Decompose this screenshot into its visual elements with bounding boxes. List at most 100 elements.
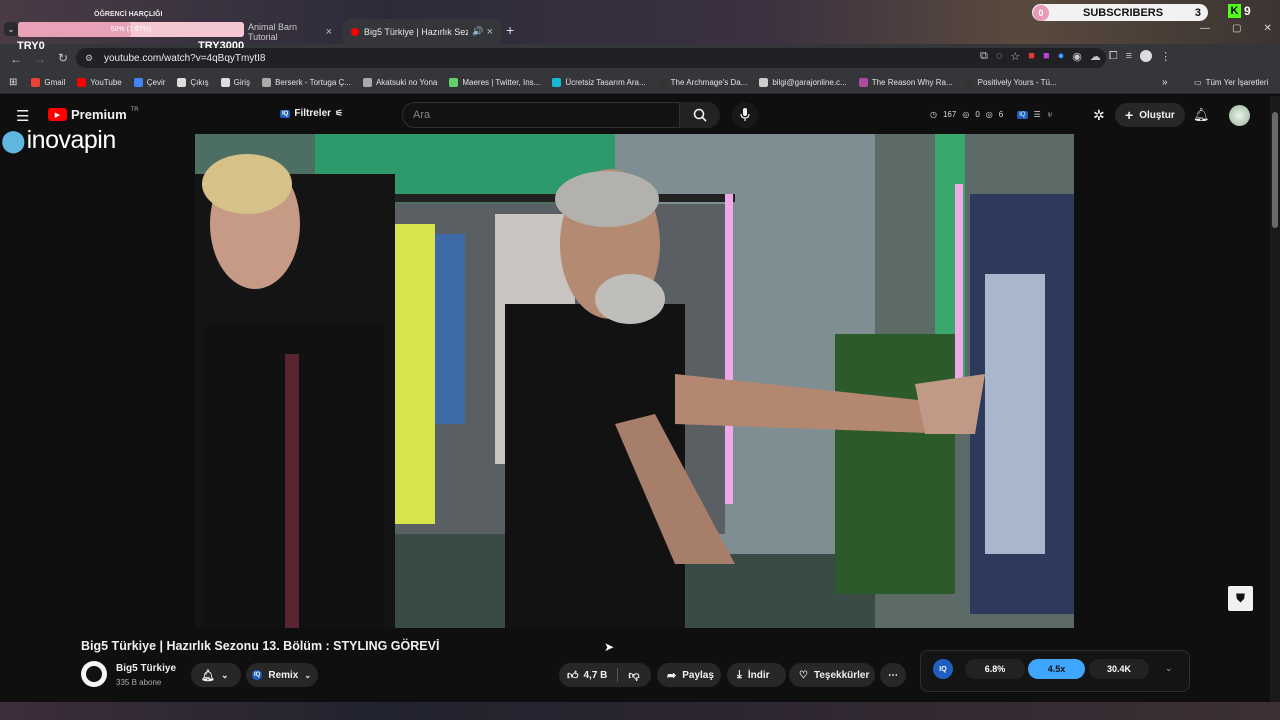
extension-blue-icon[interactable]: ●	[1058, 50, 1065, 63]
star-icon[interactable]: ☆	[1010, 50, 1020, 63]
subscribers-count: 3	[1194, 6, 1201, 19]
bookmark-item[interactable]: The Reason Why Ra...	[858, 78, 953, 87]
thanks-label: Teşekkürler	[813, 669, 870, 681]
bookmark-label: bilgi@garajonline.c...	[772, 78, 847, 87]
stats-expand-icon[interactable]: ⌄	[1165, 663, 1173, 674]
donation-goal-title: ÖĞRENCİ HARÇLIĞI	[94, 11, 163, 18]
kick-widget: K 9	[1228, 2, 1258, 20]
mic-icon	[740, 108, 750, 121]
bookmark-item[interactable]: bilgi@garajonline.c...	[759, 78, 847, 87]
bookmark-item[interactable]: Maeres | Twitter, Ins...	[449, 78, 540, 87]
goal-min-label: TRY0	[17, 40, 45, 52]
bookmark-item[interactable]: The Archmage's Da...	[657, 78, 747, 87]
more-bookmarks-icon[interactable]: »	[1162, 77, 1168, 88]
award-icon[interactable]: ♅	[1047, 110, 1053, 119]
cast-icon[interactable]: ⧉	[980, 50, 988, 63]
youtube-logo[interactable]: ▶ Premium TR	[48, 107, 139, 122]
tab-animal-barn[interactable]: Animal Barn Tutorial ×	[240, 19, 340, 44]
share-button[interactable]: ➦ Paylaş	[657, 663, 721, 687]
bookmark-favicon-icon	[657, 78, 667, 87]
stats-ratio: 6.8%	[965, 659, 1025, 679]
bookmark-favicon-icon	[31, 78, 41, 87]
bookmark-favicon-icon	[362, 78, 372, 87]
share-icon: ➦	[667, 669, 677, 682]
bookmark-item[interactable]: Berserk - Tortuga Ç...	[262, 78, 351, 87]
bookmark-favicon-icon	[177, 78, 187, 87]
bookmark-favicon-icon	[220, 78, 230, 87]
bookmark-item[interactable]: Gmail	[31, 78, 65, 87]
bookmark-item[interactable]: Çıkış	[177, 78, 209, 87]
bookmark-item[interactable]: Ücretsiz Tasarım Ara...	[552, 78, 646, 87]
region-code: TR	[130, 106, 139, 113]
stats-views: 30.4K	[1089, 659, 1149, 679]
extension-purple-icon[interactable]: ■	[1043, 50, 1050, 63]
channel-avatar[interactable]	[81, 661, 107, 687]
window-controls: — ▢ ✕	[1200, 23, 1272, 34]
close-icon[interactable]: ×	[487, 26, 493, 38]
tab-big5[interactable]: Big5 Türkiye | Hazırlık Sezon 🔊 ×	[343, 19, 501, 44]
tab-label: Big5 Türkiye | Hazırlık Sezon	[364, 26, 468, 37]
list-icon[interactable]: ☰	[1034, 110, 1041, 119]
search-input[interactable]: Ara	[402, 102, 680, 128]
page-scrollbar[interactable]	[1270, 96, 1280, 702]
thanks-button[interactable]: ♡ Teşekkürler	[789, 663, 875, 687]
bookmark-item[interactable]: YouTube	[77, 78, 122, 87]
hamburger-menu-icon[interactable]: ☰	[16, 107, 29, 125]
profile-icon[interactable]	[1140, 50, 1153, 62]
kick-logo-icon: K	[1228, 4, 1241, 18]
bookmark-item[interactable]: Çevir	[133, 78, 165, 87]
url-text: youtube.com/watch?v=4qBqyTmytI8	[104, 52, 266, 64]
bookmark-item[interactable]: Akatsuki no Yona	[362, 78, 437, 87]
maximize-icon[interactable]: ▢	[1232, 23, 1241, 34]
like-button[interactable]: 👍︎ 4,7 B	[567, 669, 607, 682]
address-bar[interactable]: ⚙ youtube.com/watch?v=4qBqyTmytI8	[76, 48, 1106, 68]
all-bookmarks[interactable]: ▭ Tüm Yer İşaretleri	[1194, 78, 1268, 87]
forward-icon[interactable]: →	[34, 52, 46, 66]
create-button[interactable]: + Oluştur	[1115, 103, 1185, 127]
more-actions-button[interactable]: ⋯	[880, 663, 906, 687]
reload-icon[interactable]: ↻	[58, 51, 68, 65]
close-icon[interactable]: ×	[326, 26, 332, 38]
search-button[interactable]	[680, 102, 720, 128]
iq-small-icon[interactable]: IQ	[1017, 110, 1028, 119]
remix-button[interactable]: IQ Remix ⌄	[246, 663, 318, 687]
mini-player-button[interactable]: ⛊	[1228, 586, 1253, 611]
speaker-icon[interactable]: 🔊	[472, 26, 483, 37]
subscribers-label: SUBSCRIBERS	[1083, 6, 1164, 19]
thumbs-down-icon[interactable]: 👎︎	[628, 669, 639, 682]
stats-iq-icon[interactable]: IQ	[933, 659, 953, 679]
subscribers-widget: 0 SUBSCRIBERS 3	[1032, 4, 1208, 21]
voice-search-button[interactable]	[732, 102, 758, 128]
minimize-icon[interactable]: —	[1200, 23, 1210, 34]
youtube-favicon-icon	[351, 27, 359, 36]
tab-search-button[interactable]: ⌄	[4, 22, 18, 36]
channel-name[interactable]: Big5 Türkiye	[116, 663, 176, 674]
subscribe-bell-button[interactable]: 🔔︎ ⌄	[191, 663, 241, 687]
notifications-bell-icon[interactable]: 🔔︎	[1193, 107, 1210, 123]
bottom-stream-art	[0, 702, 1280, 720]
cloud-icon[interactable]: ☁	[1090, 50, 1101, 63]
extension-red-icon[interactable]: ■	[1028, 50, 1035, 63]
sliders-icon: ⚟	[335, 108, 344, 118]
menu-dots-icon[interactable]: ⋮	[1160, 50, 1171, 63]
puzzle-icon[interactable]: ⧠	[1109, 50, 1118, 63]
video-player[interactable]	[195, 134, 1074, 628]
stats-speed[interactable]: 4.5x	[1028, 659, 1085, 679]
eye-off-icon[interactable]: ◌	[996, 50, 1003, 63]
download-button[interactable]: ⤓ İndir	[727, 663, 786, 687]
apps-grid-icon[interactable]: ⊞	[9, 77, 17, 88]
stats-ratio-value: 6.8%	[984, 664, 1006, 674]
bookmark-item[interactable]: Positively Yours - Tü...	[964, 78, 1057, 87]
filters-button[interactable]: IQ Filtreler ⚟	[280, 108, 343, 119]
site-info-icon[interactable]: ⚙	[85, 53, 93, 64]
bulb-icon[interactable]: ◉	[1072, 50, 1082, 63]
media-icon[interactable]: ≡	[1126, 50, 1132, 63]
extension-gear-icon[interactable]: ✲	[1093, 107, 1105, 124]
new-tab-button[interactable]: +	[506, 22, 514, 38]
account-avatar[interactable]	[1229, 105, 1250, 126]
bookmark-item[interactable]: Giriş	[220, 78, 250, 87]
clock-icon: ◷	[930, 110, 937, 119]
close-window-icon[interactable]: ✕	[1263, 23, 1271, 34]
scrollbar-thumb[interactable]	[1272, 112, 1278, 228]
back-icon[interactable]: ←	[10, 52, 22, 66]
